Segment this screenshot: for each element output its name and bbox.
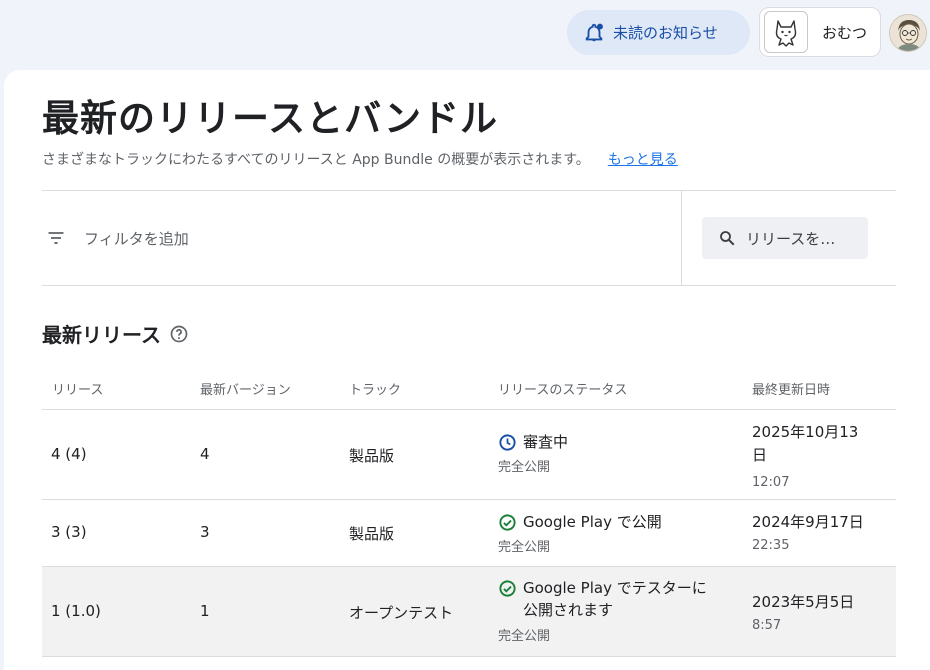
clock-icon <box>499 434 516 451</box>
cell-status: Google Play でテスターに 公開されます 完全公開 <box>498 577 707 644</box>
add-filter-button[interactable]: フィルタを追加 <box>42 191 682 285</box>
status-subtext: 完全公開 <box>498 460 551 475</box>
status-text: 審査中 <box>523 433 569 451</box>
top-bar: 未読のお知らせ おむつ <box>0 0 930 66</box>
status-text: Google Play でテスターに <box>523 579 707 597</box>
cell-version: 3 <box>200 523 210 541</box>
status-subtext: 完全公開 <box>498 540 551 555</box>
cell-track: オープンテスト <box>349 604 454 622</box>
notifications-button[interactable]: 未読のお知らせ <box>567 10 750 55</box>
cell-status: 審査中 完全公開 <box>498 431 568 475</box>
header-last-updated: 最終更新日時 <box>752 383 831 398</box>
filter-icon <box>48 232 64 244</box>
notification-bell-icon <box>585 23 603 41</box>
app-icon <box>764 11 808 53</box>
page-title: 最新のリリースとバンドル <box>42 97 498 140</box>
time-text: 22:35 <box>752 538 790 553</box>
status-text: Google Play で公開 <box>523 513 662 531</box>
filter-bar: フィルタを追加 リリースを… <box>42 190 896 286</box>
date-line: 2023年5月5日 <box>752 593 855 611</box>
search-icon <box>720 231 735 246</box>
table-row[interactable]: 1 (1.0) 1 オープンテスト Google Play でテスターに 公開さ… <box>42 567 896 657</box>
status-subtext: 完全公開 <box>498 629 551 644</box>
header-latest-version: 最新バージョン <box>200 383 291 398</box>
add-filter-label: フィルタを追加 <box>84 229 189 248</box>
header-release: リリース <box>52 383 104 398</box>
account-switcher[interactable]: おむつ <box>759 7 881 57</box>
time-text: 12:07 <box>752 475 790 490</box>
table-header: リリース 最新バージョン トラック リリースのステータス 最終更新日時 <box>42 365 896 410</box>
check-circle-icon <box>499 514 516 531</box>
date-line: 2024年9月17日 <box>752 513 864 531</box>
cell-date: 2023年5月5日 8:57 <box>752 591 854 633</box>
release-search-input[interactable]: リリースを… <box>702 217 868 259</box>
cell-version: 1 <box>200 602 210 620</box>
cell-track: 製品版 <box>349 525 395 543</box>
cell-release: 4 (4) <box>51 445 87 463</box>
releases-table: リリース 最新バージョン トラック リリースのステータス 最終更新日時 4 (4… <box>42 365 896 657</box>
help-icon[interactable] <box>169 324 189 344</box>
header-release-status: リリースのステータス <box>498 383 628 398</box>
date-line: 2025年10月13 <box>752 423 859 441</box>
main-card: 最新のリリースとバンドル さまざまなトラックにわたるすべてのリリースと App … <box>4 70 930 670</box>
subtitle-text: さまざまなトラックにわたるすべてのリリースと App Bundle の概要が表示… <box>42 152 590 168</box>
cell-release: 1 (1.0) <box>51 602 101 620</box>
header-track: トラック <box>349 383 402 398</box>
date-line: 日 <box>752 446 768 464</box>
page-subtitle: さまざまなトラックにわたるすべてのリリースと App Bundle の概要が表示… <box>42 149 678 169</box>
avatar[interactable] <box>889 14 927 52</box>
check-circle-icon <box>499 580 516 597</box>
section-title: 最新リリース <box>42 319 189 348</box>
time-text: 8:57 <box>752 618 782 633</box>
cell-version: 4 <box>200 445 210 463</box>
cell-date: 2025年10月13 日 12:07 <box>752 421 858 494</box>
learn-more-link[interactable]: もっと見る <box>608 152 678 168</box>
cat-mascot-icon <box>775 20 797 47</box>
notifications-label: 未読のお知らせ <box>613 24 718 42</box>
status-text: 公開されます <box>523 601 614 619</box>
table-row[interactable]: 4 (4) 4 製品版 審査中 完全公開 2025年10月13 日 12:07 <box>42 410 896 500</box>
section-title-text: 最新リリース <box>42 323 161 347</box>
user-portrait-icon <box>890 15 926 51</box>
cell-track: 製品版 <box>349 447 395 465</box>
cell-date: 2024年9月17日 22:35 <box>752 511 864 553</box>
table-row[interactable]: 3 (3) 3 製品版 Google Play で公開 完全公開 2024年9月… <box>42 500 896 567</box>
cell-release: 3 (3) <box>51 523 87 541</box>
search-placeholder: リリースを… <box>746 229 836 248</box>
cell-status: Google Play で公開 完全公開 <box>498 511 662 555</box>
account-name: おむつ <box>822 23 868 42</box>
